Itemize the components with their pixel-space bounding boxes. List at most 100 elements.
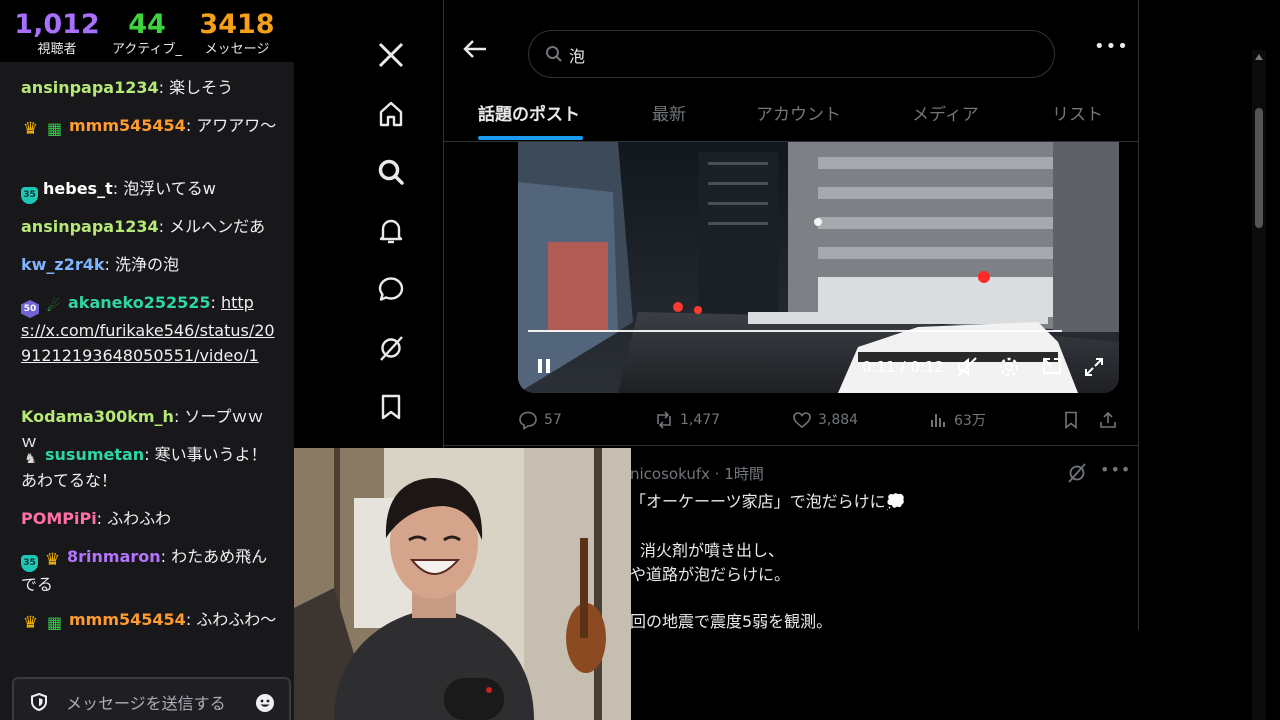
views-button[interactable]: 63万 [928, 405, 986, 435]
chat-username[interactable]: mmm545454 [69, 116, 186, 135]
chat-text: : 楽しそう [158, 78, 234, 97]
fullscreen-icon[interactable] [1082, 355, 1106, 379]
home-icon[interactable] [374, 97, 408, 131]
page-scrollbar[interactable] [1252, 50, 1266, 720]
viewer-count: 1,012 視聴者 [12, 0, 102, 62]
scroll-up-arrow-icon[interactable] [1255, 54, 1263, 60]
more-options-icon[interactable]: ••• [1094, 36, 1129, 57]
notifications-bell-icon[interactable] [374, 214, 408, 248]
chat-text: : ふわふわ〜 [185, 610, 277, 629]
share-button[interactable] [1098, 405, 1118, 435]
repost-count: 1,477 [680, 412, 721, 428]
chat-text: : アワアワ〜 [185, 116, 277, 135]
gift-badge-icon: ▦ [46, 613, 63, 632]
gift-badge-icon: ▦ [46, 119, 63, 138]
chat-message: ♞ susumetan: 寒い事いうよ！あわてるな！ [21, 442, 277, 493]
chat-username[interactable]: kw_z2r4k [21, 255, 105, 274]
reply-icon [519, 411, 537, 430]
bookmark-button[interactable] [1061, 405, 1081, 435]
chat-message-input[interactable] [66, 691, 246, 715]
picture-in-picture-icon[interactable] [1040, 355, 1064, 379]
chat-message: 50 ☄ akaneko252525: https://x.com/furikake… [21, 290, 277, 368]
explore-search-icon[interactable] [374, 155, 408, 189]
crown-badge-icon: ♛ [44, 550, 61, 570]
chat-username[interactable]: ansinpapa1234 [21, 217, 159, 236]
viewer-count-value: 1,012 [14, 9, 100, 40]
tab-lists[interactable]: リスト [1052, 100, 1103, 125]
tweet-text-line: や道路が泡だらけに。 [630, 565, 791, 584]
settings-gear-icon[interactable] [997, 355, 1021, 379]
ufo-badge-icon: ☄ [46, 297, 61, 315]
message-count: 3418 メッセージ [192, 0, 282, 62]
active-tab-indicator [478, 136, 583, 140]
scrollbar-thumb[interactable] [1255, 108, 1263, 228]
search-icon [546, 46, 562, 62]
webcam-overlay [294, 448, 631, 720]
search-input[interactable]: 泡 [528, 30, 1055, 78]
tab-top[interactable]: 話題のポスト [478, 100, 580, 125]
chat-input-box[interactable] [12, 677, 291, 720]
subscriber-badge-icon: 35 [21, 555, 38, 572]
message-count-label: メッセージ [204, 42, 270, 57]
bookmark-icon [1065, 411, 1077, 430]
search-tabs: 話題のポスト 最新 アカウント メディア リスト [444, 86, 1138, 142]
chat-username[interactable]: ansinpapa1234 [21, 78, 159, 97]
chat-text: : 洗浄の泡 [104, 255, 180, 274]
share-icon [1100, 411, 1116, 428]
view-count: 63万 [954, 413, 986, 429]
reply-button[interactable]: 57 [518, 405, 562, 435]
grok-icon[interactable] [1066, 462, 1088, 484]
subscriber-badge-icon: 35 [21, 187, 38, 204]
chat-message-list[interactable]: ansinpapa1234: 楽しそう ♛ ▦ mmm545454: アワアワ〜 3… [0, 62, 294, 662]
like-count: 3,884 [818, 412, 859, 428]
shield-icon[interactable] [31, 693, 47, 711]
tweet-more-icon[interactable]: ••• [1100, 460, 1131, 479]
reply-count: 57 [544, 412, 562, 428]
chat-username[interactable]: Kodama300km_h [21, 407, 174, 426]
mute-icon[interactable] [955, 355, 979, 379]
chat-username[interactable]: POMPiPi [21, 509, 97, 528]
chat-username[interactable]: 8rinmaron [67, 547, 161, 566]
crown-badge-icon: ♛ [22, 119, 39, 139]
chat-username[interactable]: mmm545454 [69, 610, 186, 629]
video-frame [518, 142, 1119, 393]
video-progress-bar[interactable] [528, 330, 1062, 332]
character-badge-icon: ♞ [24, 451, 37, 467]
tab-media[interactable]: メディア [912, 100, 979, 125]
chat-text: : ふわふわ [96, 509, 172, 528]
chat-message: POMPiPi: ふわふわ [21, 506, 277, 531]
streamer-webcam-image [294, 448, 631, 720]
chat-message: 35 ♛ 8rinmaron: わたあめ飛んでる [21, 544, 277, 597]
back-arrow-icon[interactable] [462, 38, 488, 60]
tweet-divider [444, 445, 1138, 446]
tweet-author-time[interactable]: nicosokufx · 1時間 [630, 463, 764, 484]
chat-username[interactable]: akaneko252525 [68, 293, 210, 312]
grok-icon[interactable] [374, 331, 408, 365]
video-player[interactable]: 0:11 / 0:12 [518, 142, 1119, 393]
messages-icon[interactable] [374, 272, 408, 306]
chat-text: : [210, 293, 216, 312]
repost-icon [657, 411, 671, 429]
heart-icon [793, 412, 811, 429]
stream-stats: 1,012 視聴者 44 アクティブ_ 3418 メッセージ [0, 0, 294, 62]
chat-message: ♛ ▦ mmm545454: アワアワ〜 [21, 113, 277, 138]
tab-latest[interactable]: 最新 [652, 100, 686, 125]
active-count-label: アクティブ_ [111, 42, 183, 57]
pause-icon[interactable] [534, 356, 554, 376]
like-button[interactable]: 3,884 [792, 405, 858, 435]
chat-message: kw_z2r4k: 洗浄の泡 [21, 252, 277, 277]
x-logo-icon[interactable] [374, 38, 408, 72]
repost-button[interactable]: 1,477 [654, 405, 720, 435]
crown-badge-icon: ♛ [22, 613, 39, 633]
emoji-icon[interactable] [255, 693, 275, 713]
video-time: 0:11 / 0:12 [862, 358, 944, 376]
chat-username[interactable]: hebes_t [43, 179, 113, 198]
chat-username[interactable]: susumetan [45, 445, 144, 464]
chat-message: 35 hebes_t: 泡浮いてるw [21, 176, 277, 204]
active-count-value: 44 [128, 9, 166, 40]
tab-accounts[interactable]: アカウント [756, 100, 841, 125]
chat-panel: ansinpapa1234: 楽しそう ♛ ▦ mmm545454: アワアワ〜 3… [0, 62, 294, 720]
bookmarks-icon[interactable] [374, 390, 408, 424]
tweet-text-line: 「オーケーーツ家店」で泡だらけに💭 [630, 492, 906, 511]
views-chart-icon [931, 414, 945, 427]
